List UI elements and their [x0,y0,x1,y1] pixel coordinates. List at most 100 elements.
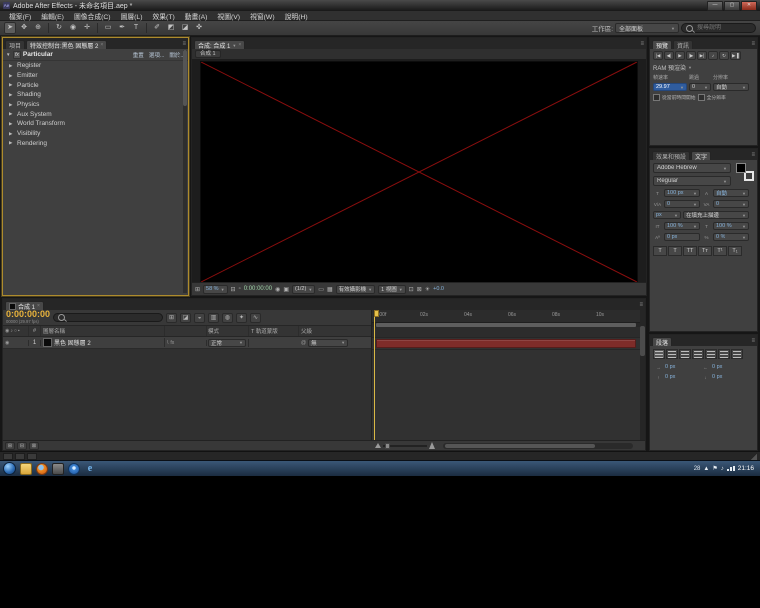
switches-column-header[interactable] [165,326,207,336]
media-player-icon[interactable] [68,463,80,475]
composition-canvas[interactable] [200,61,638,283]
group-shading[interactable]: ▶Shading [3,90,188,100]
timeline-vertical-scrollbar[interactable] [640,310,645,440]
zoom-out-icon[interactable] [375,443,381,448]
blend-mode-dropdown[interactable]: 正常 ▼ [208,339,246,347]
composition-mini-flowchart-button[interactable]: ⊞ [166,313,177,323]
tab-character[interactable]: 文字 [691,151,711,160]
exposure-icon[interactable]: ☀ [425,286,430,293]
start-button[interactable] [3,462,16,475]
scrollbar[interactable] [183,50,187,293]
tab-effect-controls[interactable]: 特效控制台:黑色 固態層 2 × [26,40,107,49]
zoom-in-icon[interactable] [429,442,435,449]
cti-handle[interactable] [374,310,379,317]
time-ruler[interactable]: :00f 02s 04s 06s 08s 10s [372,310,645,323]
puppet-pin-tool[interactable]: ✜ [193,22,205,34]
scrollbar-thumb[interactable] [183,50,187,106]
indent-right-field[interactable]: 0 px [712,364,746,370]
space-before-field[interactable]: 0 px [665,374,699,380]
font-family-dropdown[interactable]: Adobe Hebrew ▼ [653,163,731,173]
internet-explorer-icon[interactable]: e [84,463,96,475]
current-time-display[interactable]: 0:00:00:00 [6,310,50,319]
workspace-dropdown[interactable]: 全部面板 ▼ [615,23,679,33]
last-frame-button[interactable]: ▶| [697,51,707,60]
superscript-button[interactable]: T¹ [713,246,727,256]
quality-switch[interactable]: \ [167,340,168,346]
minimize-button[interactable]: — [707,1,723,11]
safe-margins-icon[interactable]: ⊟ [231,286,236,293]
unified-camera-tool[interactable]: ◉ [67,22,79,34]
layer-name-column-header[interactable]: 圖層名稱 [41,326,165,336]
menu-animation[interactable]: 動畫(A) [180,11,213,21]
audio-button[interactable]: ♪ [708,51,718,60]
fill-stroke-swatches[interactable] [736,163,754,181]
taskbar-app-icon[interactable] [52,463,64,475]
menu-layer[interactable]: 圖層(L) [116,11,148,21]
previous-frame-button[interactable]: ◀| [664,51,674,60]
stroke-style-dropdown[interactable]: 在填充上描邊 ▼ [683,211,749,219]
effect-header-row[interactable]: ▼ fx Particular 重置 選項... 關於... [3,49,188,61]
titlebar[interactable]: Ae Adobe After Effects - 未命名項目.aep * — ▢… [0,0,760,11]
group-emitter[interactable]: ▶Emitter [3,71,188,81]
resize-grip[interactable] [750,453,757,460]
menu-help[interactable]: 說明(H) [280,11,313,21]
expand-icon[interactable]: ▼ [6,52,11,57]
comp-viewport[interactable] [192,59,646,283]
small-caps-button[interactable]: Tᴛ [698,246,712,256]
mask-shape-tool[interactable]: ▭ [102,22,114,34]
align-right-button[interactable] [679,349,691,359]
clone-stamp-tool[interactable]: ◩ [165,22,177,34]
layer-color-chip[interactable] [43,338,52,347]
align-left-button[interactable] [653,349,665,359]
taskbar-clock[interactable]: 21:16 [738,465,754,472]
pan-behind-tool[interactable]: ✛ [81,22,93,34]
3d-view-dropdown[interactable]: 有效攝影機 ▼ [336,285,375,294]
menu-file[interactable]: 檔案(F) [4,11,36,21]
fx-icon[interactable]: fx [13,51,21,59]
brainstorm-button[interactable]: ✦ [236,313,247,323]
menu-edit[interactable]: 編輯(E) [36,11,69,21]
justify-last-center-button[interactable] [705,349,717,359]
help-search[interactable] [681,23,756,33]
tab-info[interactable]: 資訊 [673,40,693,49]
faux-italic-button[interactable]: T [668,246,682,256]
close-tab-icon[interactable]: × [100,42,103,48]
tracking-dropdown[interactable]: 0 ▼ [713,200,749,208]
graph-editor-button[interactable]: ∿ [250,313,261,323]
space-after-field[interactable]: 0 px [712,374,746,380]
group-world-transform[interactable]: ▶World Transform [3,119,188,129]
layer-visibility-toggle[interactable]: ◉ [5,340,9,346]
firefox-icon[interactable] [36,463,48,475]
group-physics[interactable]: ▶Physics [3,100,188,110]
volume-icon[interactable]: ♪ [721,466,724,472]
maximize-button[interactable]: ▢ [724,1,740,11]
pixel-aspect-icon[interactable]: ⊡ [409,286,414,293]
align-center-button[interactable] [666,349,678,359]
subscript-button[interactable]: T₁ [728,246,742,256]
hidden-icons-arrow[interactable]: ▲ [703,466,709,472]
selection-tool[interactable]: ➤ [4,22,16,34]
panel-menu-icon[interactable]: ≡ [751,151,755,160]
menu-window[interactable]: 視窗(W) [245,11,280,21]
layer-duration-bar[interactable] [376,339,636,348]
hand-tool[interactable]: ✥ [18,22,30,34]
resolution-dropdown[interactable]: (1/2) ▼ [292,285,315,294]
next-frame-button[interactable]: |▶ [686,51,696,60]
transparency-grid-icon[interactable]: ▦ [327,286,333,293]
timeline-search-input[interactable] [67,314,158,322]
framerate-dropdown[interactable]: 29.97 ▼ [653,83,687,91]
close-tab-icon[interactable]: × [238,42,241,48]
group-particle[interactable]: ▶Particle [3,80,188,90]
tab-project[interactable]: 項目 [5,40,25,49]
scrollbar-thumb[interactable] [640,326,645,356]
index-column-header[interactable]: # [29,326,41,336]
reset-link[interactable]: 重置 [133,51,144,59]
tab-composition[interactable]: 合成: 合成 1 ▼ × [194,40,245,49]
mask-visibility-icon[interactable]: ▫ [239,286,241,292]
action-center-flag-icon[interactable]: ⚑ [712,465,717,472]
frame-blending-button[interactable]: ▥ [208,313,219,323]
parent-dropdown[interactable]: 無 ▼ [308,339,348,347]
first-frame-button[interactable]: |◀ [653,51,663,60]
menu-composition[interactable]: 圖像合成(C) [69,11,116,21]
snapshot-icon[interactable]: ◉ [275,286,280,293]
